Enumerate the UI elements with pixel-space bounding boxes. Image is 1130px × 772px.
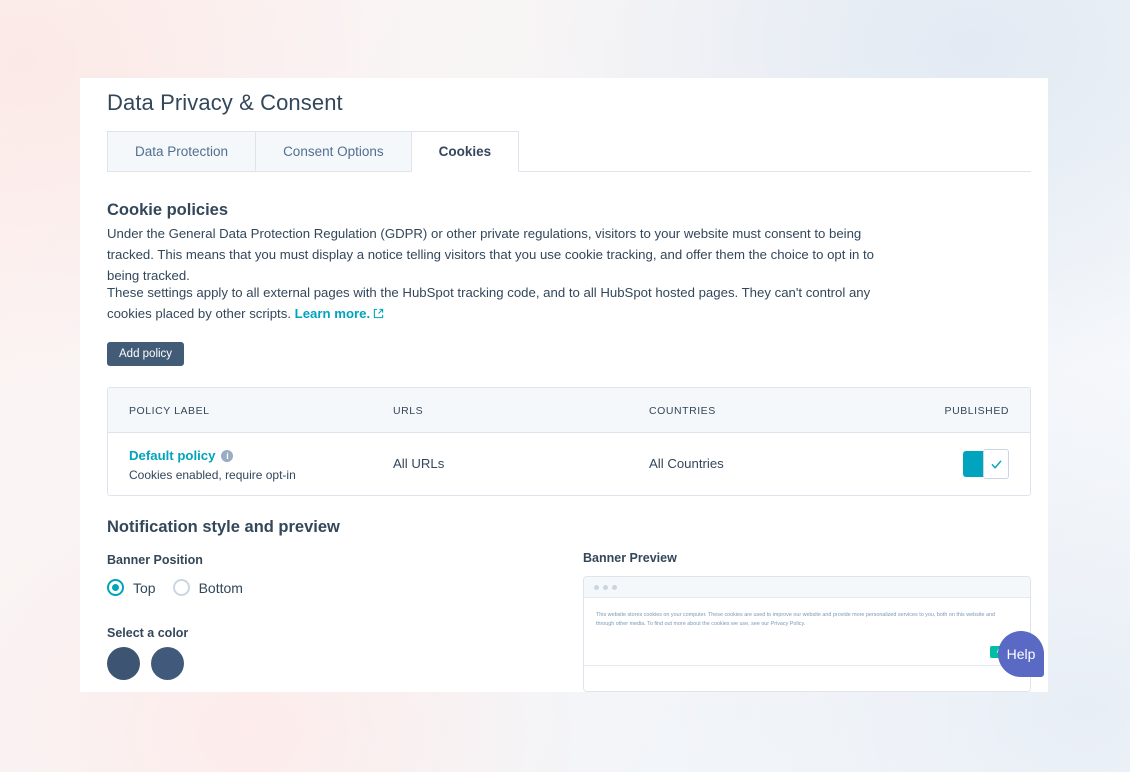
settings-card: Data Privacy & Consent Data Protection C… xyxy=(80,78,1048,692)
policy-sublabel: Cookies enabled, require opt-in xyxy=(129,467,296,482)
radio-label-top: Top xyxy=(133,579,156,596)
column-header-published: PUBLISHED xyxy=(944,405,1009,417)
tab-cookies[interactable]: Cookies xyxy=(410,131,520,172)
window-dot-icon xyxy=(603,584,608,590)
tab-bar: Data Protection Consent Options Cookies xyxy=(107,131,1048,172)
policies-table: POLICY LABEL URLS COUNTRIES PUBLISHED De… xyxy=(107,387,1031,496)
color-swatch-1[interactable] xyxy=(107,647,140,680)
radio-label-bottom: Bottom xyxy=(198,579,243,596)
column-header-urls: URLS xyxy=(393,405,424,417)
column-header-countries: COUNTRIES xyxy=(649,405,716,417)
preview-banner-body: This website stores cookies on your comp… xyxy=(584,598,1030,665)
tab-label: Data Protection xyxy=(135,144,229,159)
window-dot-icon xyxy=(594,584,599,590)
radio-option-bottom[interactable]: Bottom xyxy=(172,579,243,596)
banner-position-label: Banner Position xyxy=(107,553,203,567)
radio-option-top[interactable]: Top xyxy=(107,579,156,596)
tab-data-protection[interactable]: Data Protection xyxy=(107,131,257,172)
banner-position-radio-group: Top Bottom xyxy=(107,579,243,596)
published-toggle[interactable] xyxy=(963,449,1009,479)
banner-preview-label: Banner Preview xyxy=(583,551,677,565)
paragraph-text: These settings apply to all external pag… xyxy=(107,285,871,321)
cell-countries: All Countries xyxy=(649,456,724,471)
column-header-policy-label: POLICY LABEL xyxy=(129,405,210,417)
cookie-policies-heading: Cookie policies xyxy=(107,201,229,219)
radio-icon-top[interactable] xyxy=(107,579,124,596)
color-swatch-2[interactable] xyxy=(151,647,184,680)
add-policy-button[interactable]: Add policy xyxy=(107,342,185,366)
table-header-row: POLICY LABEL URLS COUNTRIES PUBLISHED xyxy=(108,388,1030,433)
info-icon[interactable]: i xyxy=(221,449,234,462)
tab-consent-options[interactable]: Consent Options xyxy=(255,131,412,172)
cookie-policies-description-1: Under the General Data Protection Regula… xyxy=(107,226,874,283)
window-dot-icon xyxy=(612,584,617,590)
preview-window-bar xyxy=(584,577,1030,598)
check-icon xyxy=(991,460,1001,468)
table-row: Default policy i Cookies enabled, require… xyxy=(108,433,1030,495)
external-link-icon[interactable] xyxy=(373,304,384,325)
select-color-label: Select a color xyxy=(107,626,189,640)
radio-icon-bottom[interactable] xyxy=(172,579,190,596)
cell-urls: All URLs xyxy=(393,456,445,471)
banner-preview-panel: This website stores cookies on your comp… xyxy=(583,576,1031,692)
page-title: Data Privacy & Consent xyxy=(107,90,343,115)
toggle-knob xyxy=(983,449,1009,479)
policy-name-link[interactable]: Default policy xyxy=(129,448,215,463)
tab-label: Cookies xyxy=(438,144,492,159)
help-widget-button[interactable]: Help xyxy=(998,631,1044,677)
color-swatch-group xyxy=(107,647,184,680)
preview-banner-text: This website stores cookies on your comp… xyxy=(596,612,996,627)
learn-more-link[interactable]: Learn more. xyxy=(295,306,371,321)
tab-label: Consent Options xyxy=(283,144,384,159)
preview-page-area xyxy=(584,665,1030,691)
cookie-policies-description-2: These settings apply to all external pag… xyxy=(107,282,907,325)
notification-style-heading: Notification style and preview xyxy=(107,518,340,536)
